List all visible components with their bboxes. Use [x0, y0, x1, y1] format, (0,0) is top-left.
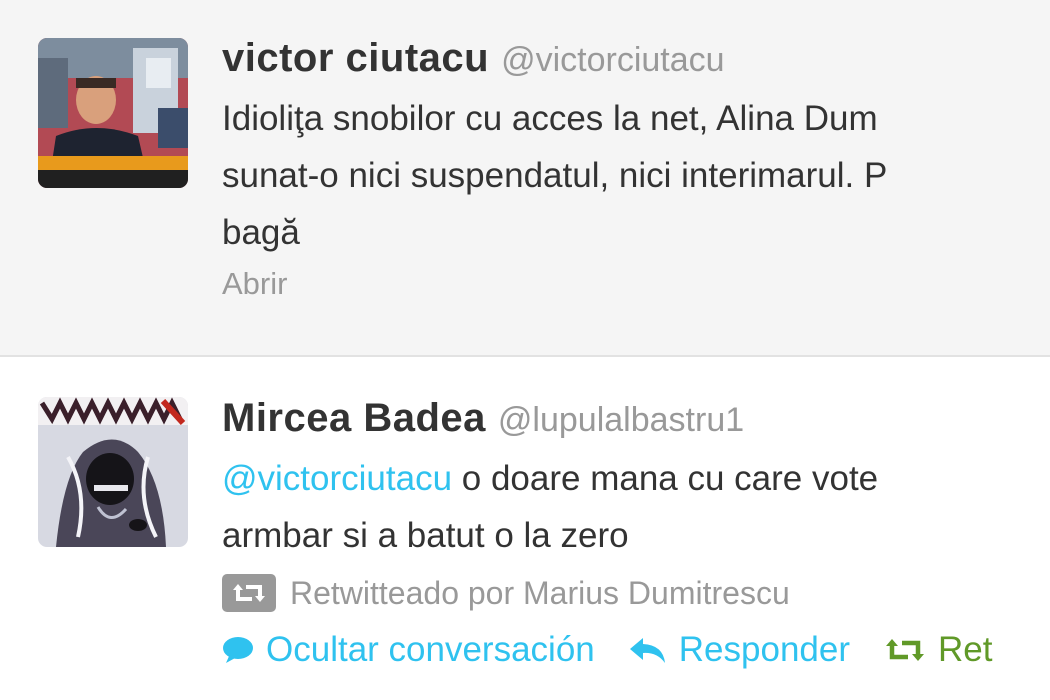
hide-conversation-label: Ocultar conversación	[266, 630, 595, 669]
retweet-context: Retwitteado por Marius Dumitrescu	[222, 568, 1050, 618]
tweet-text-line: sunat-o nici suspendatul, nici interimar…	[222, 156, 888, 195]
speech-bubble-icon	[223, 637, 253, 663]
author-name[interactable]: victor ciutacu	[222, 36, 489, 80]
avatar[interactable]	[38, 38, 188, 188]
author-name[interactable]: Mircea Badea	[222, 396, 486, 440]
mention-link[interactable]: @victorciutacu	[222, 459, 452, 498]
tweet-content: Mircea Badea @lupulalbastru1 @victorciuta…	[222, 394, 1050, 678]
retweeted-by-text[interactable]: Retwitteado por Marius Dumitrescu	[290, 575, 790, 612]
tweet-header: Mircea Badea @lupulalbastru1	[222, 394, 1050, 442]
tweet-text: @victorciutacu o doare mana cu care vote…	[222, 450, 1050, 564]
author-username[interactable]: @victorciutacu	[501, 41, 724, 79]
tweet-text: Idioliţa snobilor cu acces la net, Alina…	[222, 90, 1050, 261]
tweet-text-line: Idioliţa snobilor cu acces la net, Alina…	[222, 99, 878, 138]
tv-studio-photo-icon	[38, 38, 188, 188]
tweet[interactable]: Mircea Badea @lupulalbastru1 @victorciuta…	[0, 357, 1050, 700]
reply-label: Responder	[678, 630, 850, 669]
tweet-header: victor ciutacu @victorciutacu	[222, 34, 1050, 82]
tweet-text-line: bagă	[222, 213, 300, 252]
retweet-label: Ret	[938, 630, 993, 669]
tweet[interactable]: victor ciutacu @victorciutacu Idioliţa sn…	[0, 0, 1050, 357]
tweet-actions: Ocultar conversación Responder Ret	[222, 622, 1050, 678]
reply-button[interactable]: Responder	[629, 630, 850, 670]
open-tweet-link[interactable]: Abrir	[222, 264, 1050, 304]
reply-arrow-icon	[629, 638, 665, 663]
avatar[interactable]	[38, 397, 188, 547]
retweet-icon	[886, 639, 924, 661]
tweet-text-line: armbar si a batut o la zero	[222, 516, 629, 555]
tweet-text-line: @victorciutacu o doare mana cu care vote	[222, 450, 1050, 507]
hide-conversation-button[interactable]: Ocultar conversación	[222, 630, 595, 670]
timeline: victor ciutacu @victorciutacu Idioliţa sn…	[0, 0, 1050, 700]
retweet-icon	[222, 574, 276, 612]
tweet-text-segment: o doare mana cu care vote	[452, 459, 879, 498]
author-username[interactable]: @lupulalbastru1	[498, 401, 744, 439]
retweet-button[interactable]: Ret	[884, 630, 992, 670]
tweet-content: victor ciutacu @victorciutacu Idioliţa sn…	[222, 34, 1050, 304]
dark-artwork-icon	[38, 397, 188, 547]
